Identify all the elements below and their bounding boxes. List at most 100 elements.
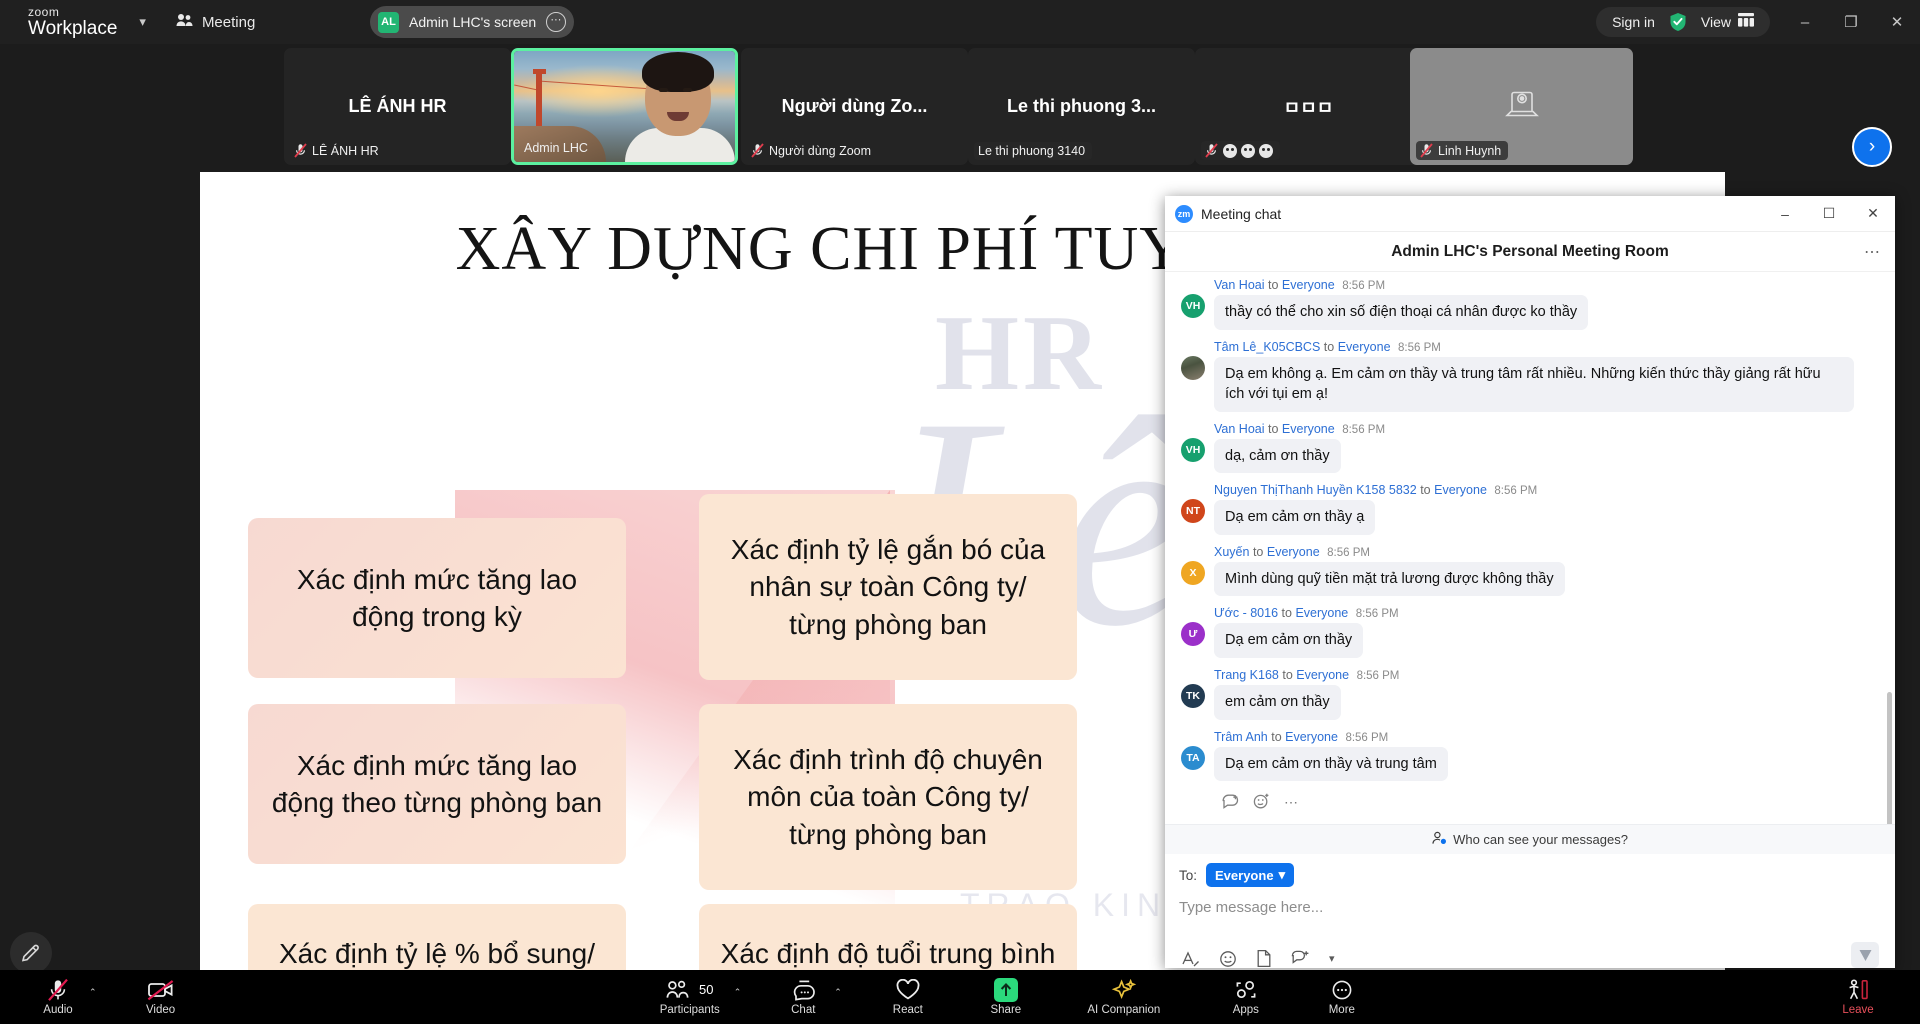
chevron-down-icon[interactable]: ▾ <box>139 14 146 30</box>
chat-minimize-button[interactable]: – <box>1763 196 1807 232</box>
video-tile[interactable]: Linh Huynh <box>1410 48 1633 165</box>
chat-message: VH Van Hoai to Everyone 8:56 PM thầy có … <box>1181 278 1879 330</box>
participants-control-group: 50 Participants ⌃ <box>649 979 742 1016</box>
who-can-see-banner[interactable]: Who can see your messages? <box>1165 824 1895 854</box>
chat-message-header: Van Hoai to Everyone 8:56 PM <box>1214 278 1879 292</box>
participant-nametag: Người dùng Zoom <box>747 141 878 160</box>
file-attach-icon[interactable] <box>1256 949 1272 968</box>
chat-target: Everyone <box>1434 483 1487 497</box>
chat-message-text: dạ, cảm ơn thầy <box>1214 439 1341 474</box>
apps-button[interactable]: Apps <box>1218 979 1274 1016</box>
chat-message-text: thầy có thể cho xin số điện thoại cá nhâ… <box>1214 295 1588 330</box>
chat-sender: Van Hoai <box>1214 278 1265 292</box>
chat-room-title: Admin LHC's Personal Meeting Room <box>1391 243 1669 261</box>
video-label: Video <box>146 1004 175 1016</box>
react-button[interactable]: React <box>880 979 936 1016</box>
slide-card: Xác định mức tăng lao động theo từng phò… <box>248 704 626 864</box>
meeting-tab[interactable]: Meeting <box>176 13 255 31</box>
view-button[interactable]: View <box>1701 13 1754 32</box>
message-more-icon[interactable]: ⋯ <box>1284 794 1298 811</box>
video-tile[interactable]: ㅁㅁㅁ <box>1195 48 1422 165</box>
chevron-down-icon: ▾ <box>1279 867 1286 883</box>
chat-target: Everyone <box>1295 606 1348 620</box>
chat-target: Everyone <box>1282 278 1335 292</box>
chat-to-prefix: to <box>1420 483 1430 497</box>
screenshot-icon[interactable] <box>1291 950 1310 968</box>
screen-share-indicator[interactable]: AL Admin LHC's screen ⋯ <box>370 6 574 38</box>
sign-in-button[interactable]: Sign in <box>1612 14 1655 30</box>
chat-message-text: em cảm ơn thầy <box>1214 685 1341 720</box>
chat-to-prefix: to <box>1282 668 1292 682</box>
recipient-dropdown[interactable]: Everyone ▾ <box>1206 863 1294 887</box>
chat-to-prefix: to <box>1324 340 1334 354</box>
emoji-picker-icon[interactable] <box>1219 950 1237 968</box>
chat-sender: Nguyen ThịThanh Huyền K158 5832 <box>1214 483 1417 497</box>
maximize-button[interactable]: ❐ <box>1828 0 1874 44</box>
participants-button[interactable]: 50 Participants <box>649 979 731 1016</box>
chat-message-header: Trâm Anh to Everyone 8:56 PM <box>1214 730 1879 744</box>
chat-button[interactable]: Chat <box>775 979 831 1016</box>
annotate-pen-icon[interactable] <box>10 932 52 974</box>
chat-scrollbar[interactable] <box>1887 692 1892 824</box>
video-button[interactable]: Video <box>133 979 189 1016</box>
video-tile-active-speaker[interactable]: Admin LHC <box>511 48 738 165</box>
chat-message-input[interactable]: Type message here... <box>1179 899 1881 941</box>
chat-sender: Van Hoai <box>1214 422 1265 436</box>
chat-options-caret-icon[interactable]: ⌃ <box>834 987 842 998</box>
participant-nametag-label: Người dùng Zoom <box>769 144 871 158</box>
minimize-button[interactable]: – <box>1782 0 1828 44</box>
to-label: To: <box>1179 868 1197 883</box>
chat-window-titlebar: zm Meeting chat – ☐ ✕ <box>1165 196 1895 232</box>
chat-to-prefix: to <box>1282 606 1292 620</box>
more-button[interactable]: More <box>1314 979 1370 1016</box>
video-tile[interactable]: Người dùng Zo... Người dùng Zoom <box>741 48 968 165</box>
mic-muted-icon <box>47 979 69 1001</box>
chevron-down-icon[interactable]: ▾ <box>1329 952 1335 965</box>
chat-message: TA Trâm Anh to Everyone 8:56 PM Dạ em cả… <box>1181 730 1879 782</box>
chat-sender: Trang K168 <box>1214 668 1279 682</box>
chat-timestamp: 8:56 PM <box>1345 732 1388 744</box>
chat-close-button[interactable]: ✕ <box>1851 196 1895 232</box>
send-message-button[interactable] <box>1851 942 1879 968</box>
chat-message: X Xuyến to Everyone 8:56 PM Mình dùng qu… <box>1181 545 1879 597</box>
reply-icon[interactable] <box>1222 794 1239 812</box>
chat-message-header: Trang K168 to Everyone 8:56 PM <box>1214 668 1879 682</box>
ai-companion-button[interactable]: AI Companion <box>1078 979 1170 1016</box>
chat-room-header: Admin LHC's Personal Meeting Room ⋯ <box>1165 232 1895 272</box>
participants-options-caret-icon[interactable]: ⌃ <box>734 987 742 998</box>
participants-icon: 50 <box>666 979 713 1001</box>
format-text-icon[interactable] <box>1181 950 1200 968</box>
avatar: X <box>1181 561 1205 585</box>
chat-message-text: Dạ em cảm ơn thầy và trung tâm <box>1214 747 1448 782</box>
chat-message-text: Dạ em cảm ơn thầy ạ <box>1214 500 1375 535</box>
chat-compose-area: To: Everyone ▾ Type message here... <box>1165 854 1895 968</box>
chat-message-list[interactable]: VH Van Hoai to Everyone 8:56 PM thầy có … <box>1165 272 1895 824</box>
shield-icon[interactable] <box>1669 12 1687 32</box>
chat-message-header: Xuyến to Everyone 8:56 PM <box>1214 545 1879 559</box>
audio-button[interactable]: Audio <box>30 979 86 1016</box>
chat-more-options-icon[interactable]: ⋯ <box>1864 242 1881 262</box>
chat-sender: Ước - 8016 <box>1214 606 1278 620</box>
react-label: React <box>893 1004 923 1016</box>
chat-bubble-icon <box>790 979 816 1001</box>
leave-button[interactable]: Leave <box>1830 979 1886 1016</box>
audio-options-caret-icon[interactable]: ⌃ <box>89 987 97 998</box>
title-bar: zoom Workplace ▾ Meeting AL Admin LHC's … <box>0 0 1920 44</box>
emoji-reaction-icons <box>1223 144 1273 158</box>
participant-nametag-label: Admin LHC <box>524 141 588 155</box>
video-tile[interactable]: Le thi phuong 3... Le thi phuong 3140 <box>968 48 1195 165</box>
emoji-icon <box>1223 144 1237 158</box>
share-button[interactable]: Share <box>978 979 1034 1016</box>
participant-nametag: Le thi phuong 3140 <box>974 142 1092 160</box>
close-button[interactable]: ✕ <box>1874 0 1920 44</box>
chat-maximize-button[interactable]: ☐ <box>1807 196 1851 232</box>
more-options-icon[interactable]: ⋯ <box>546 12 566 32</box>
video-tile[interactable]: LÊ ÁNH HR LÊ ÁNH HR <box>284 48 511 165</box>
chat-message: NT Nguyen ThịThanh Huyền K158 5832 to Ev… <box>1181 483 1879 535</box>
audio-label: Audio <box>43 1004 72 1016</box>
chat-to-prefix: to <box>1253 545 1263 559</box>
emoji-reaction-icon[interactable] <box>1253 793 1270 812</box>
participant-nametag-label: LÊ ÁNH HR <box>312 144 379 158</box>
next-page-arrow-icon[interactable]: › <box>1852 127 1892 167</box>
slide-card: Xác định trình độ chuyên môn của toàn Cô… <box>699 704 1077 890</box>
